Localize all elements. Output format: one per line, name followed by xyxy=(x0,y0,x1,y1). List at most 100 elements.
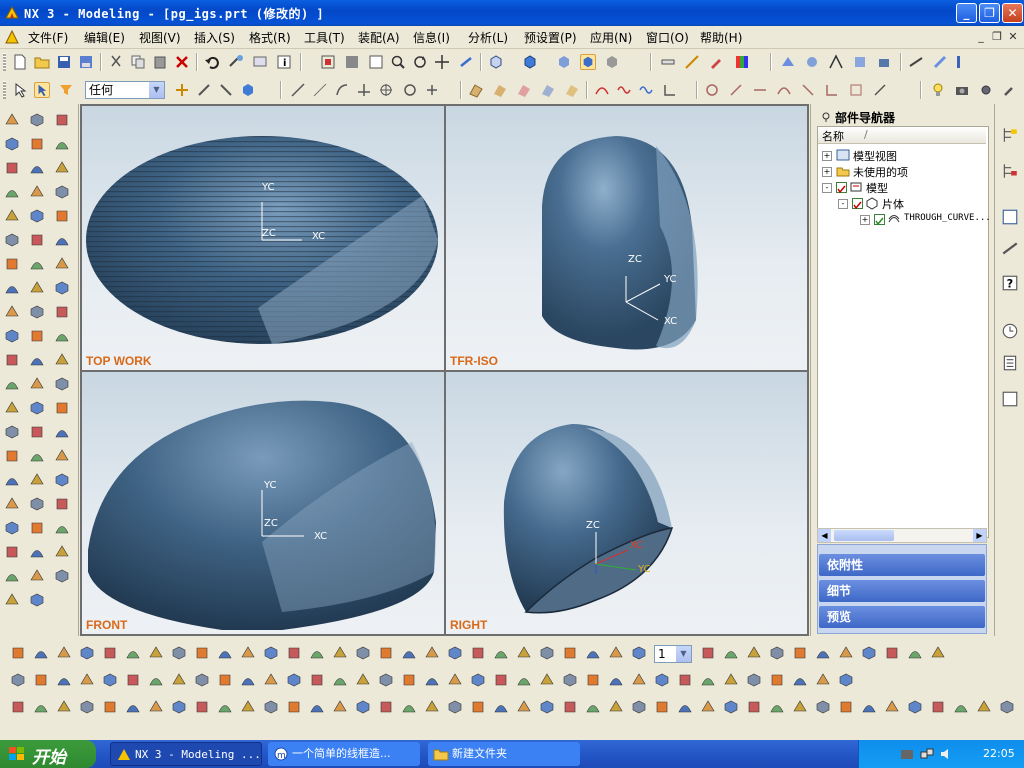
bottom-tool-icon[interactable] xyxy=(241,700,255,712)
bottom-tool-icon[interactable] xyxy=(770,646,784,660)
minimize-button[interactable]: _ xyxy=(956,3,977,23)
analysis-icon-1[interactable] xyxy=(780,54,796,70)
tree-node-through-curves[interactable]: THROUGH_CURVE... xyxy=(904,213,991,223)
surface-icon-4[interactable] xyxy=(540,82,556,98)
view-orient-icon[interactable] xyxy=(458,54,474,70)
line-icon[interactable] xyxy=(290,82,306,98)
bottom-tool-icon[interactable] xyxy=(977,700,991,712)
curve-icon-12[interactable] xyxy=(872,82,888,98)
feature-tool-icon[interactable] xyxy=(31,522,43,534)
bottom-tool-icon[interactable] xyxy=(425,646,439,658)
feature-tool-icon[interactable] xyxy=(31,426,43,438)
menu-assembly[interactable]: 装配(A) xyxy=(358,29,400,46)
bottom-tool-icon[interactable] xyxy=(80,673,94,685)
bottom-tool-icon[interactable] xyxy=(724,651,738,659)
scroll-right-icon[interactable]: ▶ xyxy=(973,529,986,542)
bottom-tool-icon[interactable] xyxy=(380,701,392,713)
bottom-tool-icon[interactable] xyxy=(448,646,462,660)
curve-icon-1[interactable] xyxy=(594,82,610,98)
feature-tool-icon[interactable] xyxy=(30,473,44,485)
section-preview[interactable]: 预览 xyxy=(819,606,985,628)
bottom-tool-icon[interactable] xyxy=(932,701,944,713)
bottom-tool-icon[interactable] xyxy=(931,646,945,658)
bottom-tool-icon[interactable] xyxy=(196,701,208,713)
feature-tool-icon[interactable] xyxy=(55,185,69,199)
bottom-tool-icon[interactable] xyxy=(126,651,140,659)
copy-icon[interactable] xyxy=(130,54,146,70)
bottom-tool-icon[interactable] xyxy=(655,673,669,687)
bottom-tool-icon[interactable] xyxy=(80,646,94,660)
feature-tool-icon[interactable] xyxy=(55,238,69,246)
bottom-tool-icon[interactable] xyxy=(724,673,738,685)
bottom-tool-icon[interactable] xyxy=(564,647,576,659)
feature-tool-icon[interactable] xyxy=(5,521,19,535)
bottom-tool-icon[interactable] xyxy=(241,678,255,686)
bottom-tool-icon[interactable] xyxy=(241,646,255,658)
section-dependencies[interactable]: 依附性 xyxy=(819,554,985,576)
bottom-tool-icon[interactable] xyxy=(839,646,853,658)
feature-tool-icon[interactable] xyxy=(55,430,69,438)
bottom-tool-icon[interactable] xyxy=(172,700,186,714)
bottom-tool-icon[interactable] xyxy=(310,651,324,659)
surface-icon-2[interactable] xyxy=(492,82,508,98)
tree-node-model[interactable]: 模型 xyxy=(866,180,888,196)
bottom-tool-icon[interactable] xyxy=(747,646,761,658)
bottom-tool-icon[interactable] xyxy=(11,673,25,687)
layer-combo[interactable]: 1 ▼ xyxy=(654,645,692,663)
part-nav-icon[interactable] xyxy=(1001,162,1019,180)
surface-icon-3[interactable] xyxy=(516,82,532,98)
curve-icon-5[interactable] xyxy=(704,82,720,98)
bottom-toolbar-icons[interactable] xyxy=(0,640,1024,740)
feature-tool-icon[interactable] xyxy=(5,137,19,151)
bottom-tool-icon[interactable] xyxy=(149,700,163,712)
tree-horizontal-scrollbar[interactable]: ◀ ▶ xyxy=(817,528,987,543)
menu-preferences[interactable]: 预设置(P) xyxy=(524,29,577,46)
shaded-view-icon[interactable] xyxy=(580,54,596,70)
feature-tool-icon[interactable] xyxy=(30,550,44,558)
section-details[interactable]: 细节 xyxy=(819,580,985,602)
feature-tool-icon[interactable] xyxy=(5,209,19,221)
collapse-toggle[interactable]: - xyxy=(838,199,848,209)
open-folder-icon[interactable] xyxy=(34,54,50,70)
feature-tool-icon[interactable] xyxy=(56,306,68,318)
feature-tool-icon[interactable] xyxy=(5,478,19,486)
bottom-tool-icon[interactable] xyxy=(862,646,876,660)
pin-icon[interactable] xyxy=(821,112,831,122)
bottom-tool-icon[interactable] xyxy=(609,678,623,686)
feature-tool-icon[interactable] xyxy=(31,330,43,342)
bottom-tool-icon[interactable] xyxy=(564,701,576,713)
assembly-nav-icon[interactable] xyxy=(1001,126,1019,144)
menu-format[interactable]: 格式(R) xyxy=(249,29,291,46)
curve-icon-3[interactable] xyxy=(638,82,654,98)
bottom-tool-icon[interactable] xyxy=(517,700,531,712)
bottom-tool-icon[interactable] xyxy=(770,705,784,713)
bottom-tool-icon[interactable] xyxy=(587,674,599,686)
start-button[interactable]: 开始 xyxy=(0,740,96,768)
bottom-tool-icon[interactable] xyxy=(172,673,186,685)
layer-settings-icon[interactable] xyxy=(660,54,676,70)
color-palette-icon[interactable] xyxy=(734,54,750,70)
feature-tool-icon[interactable] xyxy=(55,377,69,391)
bottom-tool-icon[interactable] xyxy=(632,673,646,685)
bottom-tool-icon[interactable] xyxy=(609,646,623,658)
bottom-tool-icon[interactable] xyxy=(402,651,416,659)
feature-tool-icon[interactable] xyxy=(5,574,19,582)
bottom-tool-icon[interactable] xyxy=(149,678,163,686)
snap-icon-3[interactable] xyxy=(218,82,234,98)
bottom-tool-icon[interactable] xyxy=(794,647,806,659)
feature-tool-icon[interactable] xyxy=(56,210,68,222)
bottom-tool-icon[interactable] xyxy=(472,647,484,659)
bottom-tool-icon[interactable] xyxy=(356,646,370,660)
viewport-front[interactable]: YC ZC XC FRONT xyxy=(82,372,444,634)
viewport-top-work[interactable]: YC ZC XC TOP WORK xyxy=(82,106,444,370)
bottom-tool-icon[interactable] xyxy=(219,674,231,686)
bottom-tool-icon[interactable] xyxy=(57,700,71,712)
bottom-tool-icon[interactable] xyxy=(448,673,462,685)
surface-icon-5[interactable] xyxy=(564,82,580,98)
feature-tool-icon[interactable] xyxy=(55,334,69,342)
toolbar-grip[interactable] xyxy=(3,81,6,99)
blank-page-icon[interactable] xyxy=(1001,390,1019,408)
circle-icon[interactable] xyxy=(402,82,418,98)
menu-view[interactable]: 视图(V) xyxy=(139,29,181,46)
feature-tool-icon[interactable] xyxy=(30,497,44,511)
